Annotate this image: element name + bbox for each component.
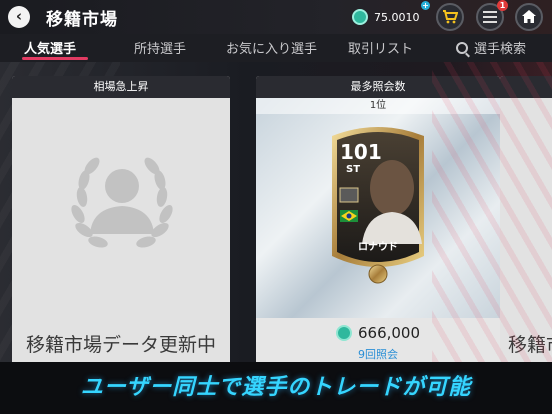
- shopping-cart-icon[interactable]: [436, 3, 464, 31]
- view-count: 9回照会: [358, 348, 398, 361]
- panel-header: 最多照会数: [256, 76, 500, 98]
- coin-icon: [335, 325, 352, 341]
- player-placeholder-icon: [71, 157, 173, 248]
- notification-badge: 1: [497, 0, 508, 11]
- player-card[interactable]: 101 ST ロナウド: [322, 118, 434, 290]
- data-updating-message: 移籍市場データ更新中: [25, 334, 216, 356]
- top-bar: ‹ 移籍市場 75.0010 + 1: [0, 0, 552, 34]
- player-name: ロナウド: [358, 242, 398, 253]
- tab-favorite-players[interactable]: お気に入り選手: [226, 38, 317, 57]
- player-price: 666,000: [357, 324, 421, 342]
- tab-player-search[interactable]: 選手検索: [456, 38, 526, 57]
- back-arrow-icon[interactable]: ‹: [8, 6, 30, 28]
- player-position: ST: [346, 164, 361, 175]
- home-icon[interactable]: [515, 3, 543, 31]
- next-panel[interactable]: 移籍市: [500, 76, 552, 362]
- price-row: 666,000: [256, 324, 500, 342]
- data-updating-message: 移籍市: [508, 334, 552, 356]
- search-icon: [456, 42, 468, 54]
- coin-balance: 75.0010: [352, 6, 420, 28]
- tab-trade-list[interactable]: 取引リスト: [348, 38, 413, 57]
- tab-player-search-label: 選手検索: [474, 42, 527, 57]
- panel-header: [500, 76, 552, 98]
- tab-owned-players[interactable]: 所持選手: [134, 38, 186, 57]
- panel-header: 相場急上昇: [12, 76, 230, 98]
- add-coins-button[interactable]: +: [421, 1, 430, 10]
- active-tab-indicator: [22, 57, 88, 60]
- coin-value: 75.0010: [374, 10, 420, 24]
- player-rating: 101: [340, 140, 382, 164]
- rank-label: 1位: [256, 98, 500, 114]
- most-viewed-panel[interactable]: 最多照会数 1位 101 ST ロナウド 666,000 9回照会: [256, 76, 500, 362]
- page-title: 移籍市場: [46, 10, 118, 30]
- promo-banner: ユーザー同士で選手のトレードが可能: [0, 362, 552, 414]
- rising-prices-panel[interactable]: 相場急上昇 移籍市場データ更新中: [12, 76, 230, 362]
- banner-text: ユーザー同士で選手のトレードが可能: [80, 375, 472, 400]
- coin-icon: [352, 9, 368, 25]
- tab-popular-players[interactable]: 人気選手: [24, 38, 76, 57]
- main-area: 相場急上昇 移籍市場データ更新中 最多照会数 1位 101 ST ロナウド 66…: [0, 62, 552, 362]
